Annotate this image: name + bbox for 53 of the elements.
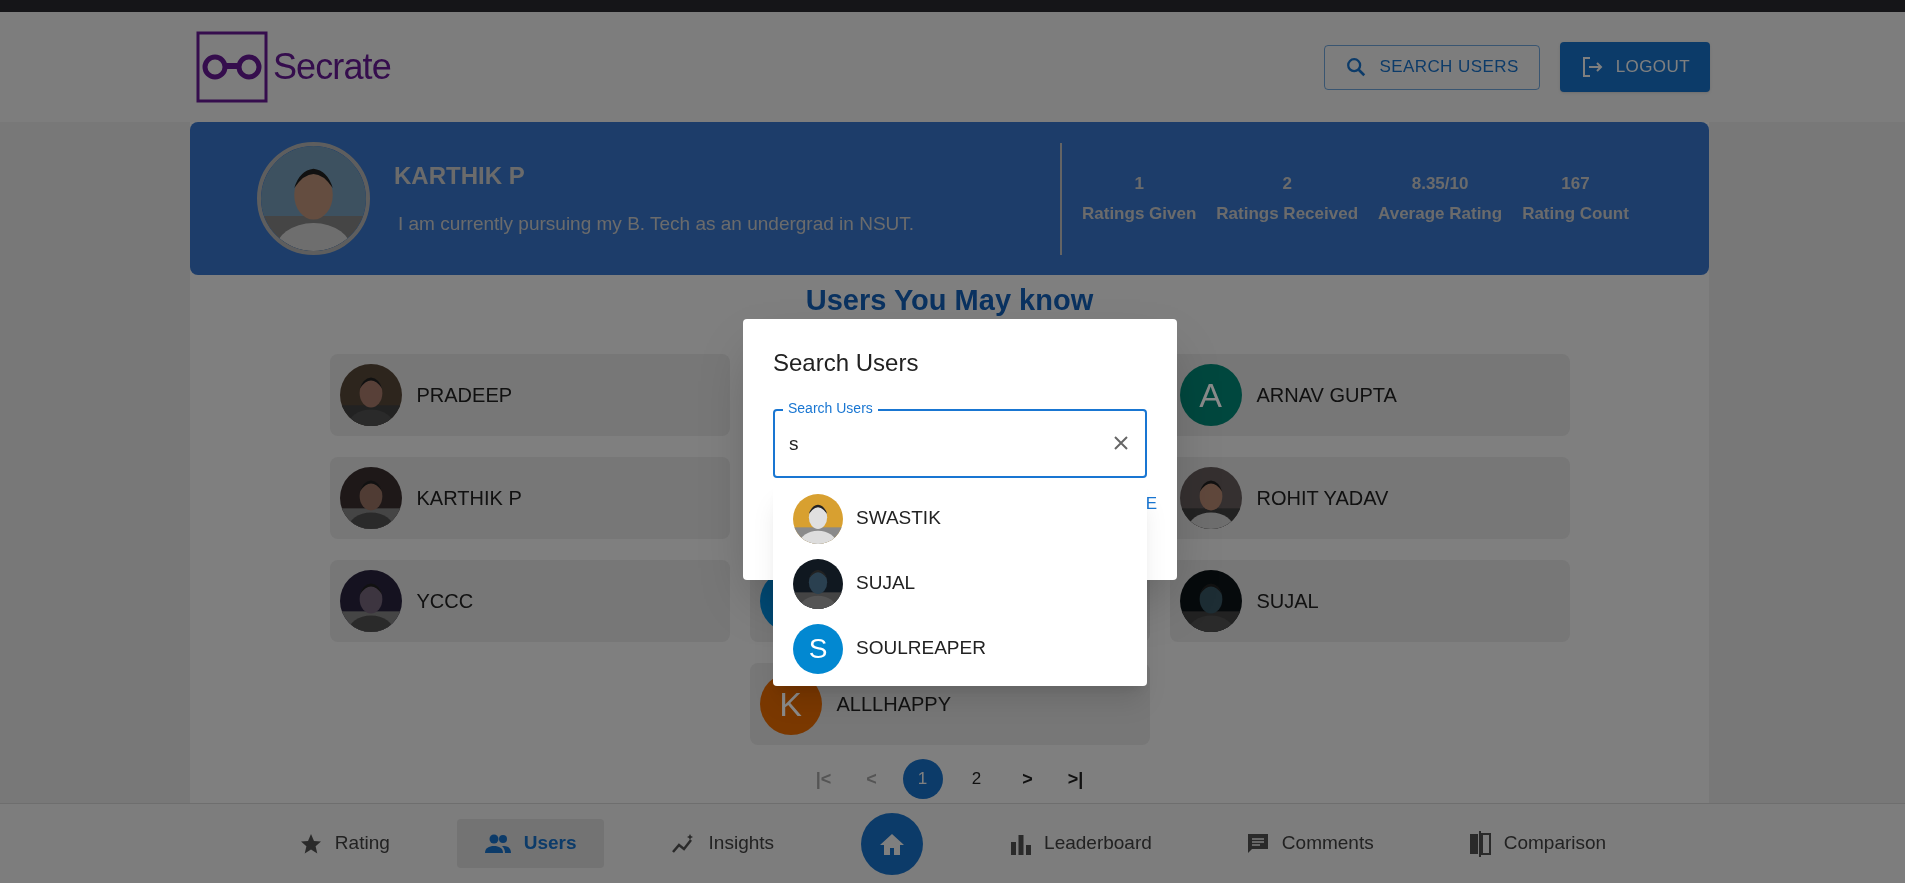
comment-icon <box>1245 831 1270 856</box>
nav-tab[interactable]: Leaderboard <box>983 819 1179 868</box>
user-card[interactable]: KARTHIK P <box>329 457 730 539</box>
avatar-letter: K <box>779 683 802 725</box>
avatar-letter: A <box>1199 374 1222 416</box>
user-name: SOULREAPER <box>856 636 986 661</box>
user-name: ALLLHAPPY <box>836 692 951 717</box>
close-button[interactable]: E <box>1145 491 1157 517</box>
profile-name: KARTHIK P <box>394 161 526 192</box>
user-card[interactable]: SUJAL <box>1169 560 1570 642</box>
users-icon <box>483 832 512 855</box>
search-users-button[interactable]: SEARCH USERS <box>1324 44 1540 90</box>
user-name: YCCC <box>416 589 474 614</box>
nav-tab[interactable]: Comments <box>1218 819 1401 868</box>
result-option[interactable]: SUJAL <box>773 551 1147 616</box>
last-page-button[interactable]: >| <box>1058 759 1093 799</box>
search-icon <box>1345 56 1368 78</box>
stat-value: 2 <box>1282 172 1292 195</box>
user-card[interactable]: YCCC <box>329 560 730 642</box>
nav-tab[interactable]: Comparison <box>1440 819 1634 868</box>
user-name: KARTHIK P <box>416 486 522 511</box>
stat-label: Ratings Given <box>1082 203 1197 225</box>
stat-value: 8.35/10 <box>1411 172 1469 195</box>
page-button[interactable]: 1 <box>902 759 943 799</box>
user-name: SUJAL <box>1256 589 1319 614</box>
page-button[interactable]: 2 <box>956 759 997 799</box>
stat-value: 167 <box>1561 172 1590 195</box>
section-title: Users You May know <box>805 283 1094 317</box>
nav-tab[interactable]: Insights <box>643 819 802 868</box>
user-card[interactable]: PRADEEP <box>329 354 730 436</box>
user-name: ROHIT YADAV <box>1256 486 1389 511</box>
dialog-title: Search Users <box>773 348 919 378</box>
stat-label: Ratings Received <box>1216 203 1359 225</box>
user-name: ARNAV GUPTA <box>1256 383 1397 408</box>
avatar-letter: S <box>808 631 828 666</box>
logo-text: Secrate <box>273 45 391 89</box>
profile-bio: I am currently pursuing my B. Tech as an undergrad in NSUT. <box>397 212 915 237</box>
stat-label: Average Rating <box>1378 203 1503 225</box>
nav-tab[interactable]: Rating <box>271 819 417 868</box>
stat-label: Rating Count <box>1522 203 1629 225</box>
next-page-button[interactable]: > <box>1010 759 1045 799</box>
stat-value: 1 <box>1134 172 1144 195</box>
user-name: SWASTIK <box>856 506 941 531</box>
logo-icon <box>195 30 269 104</box>
clear-icon[interactable] <box>1113 435 1129 451</box>
result-option[interactable]: SWASTIK <box>773 486 1147 551</box>
nav-tab[interactable]: Users <box>456 819 604 868</box>
logout-button[interactable]: LOGOUT <box>1559 42 1710 92</box>
compare-icon <box>1467 830 1492 857</box>
bar-chart-icon <box>1010 832 1033 855</box>
user-name: SUJAL <box>856 571 916 596</box>
home-icon <box>879 831 906 856</box>
user-name: PRADEEP <box>416 383 513 408</box>
